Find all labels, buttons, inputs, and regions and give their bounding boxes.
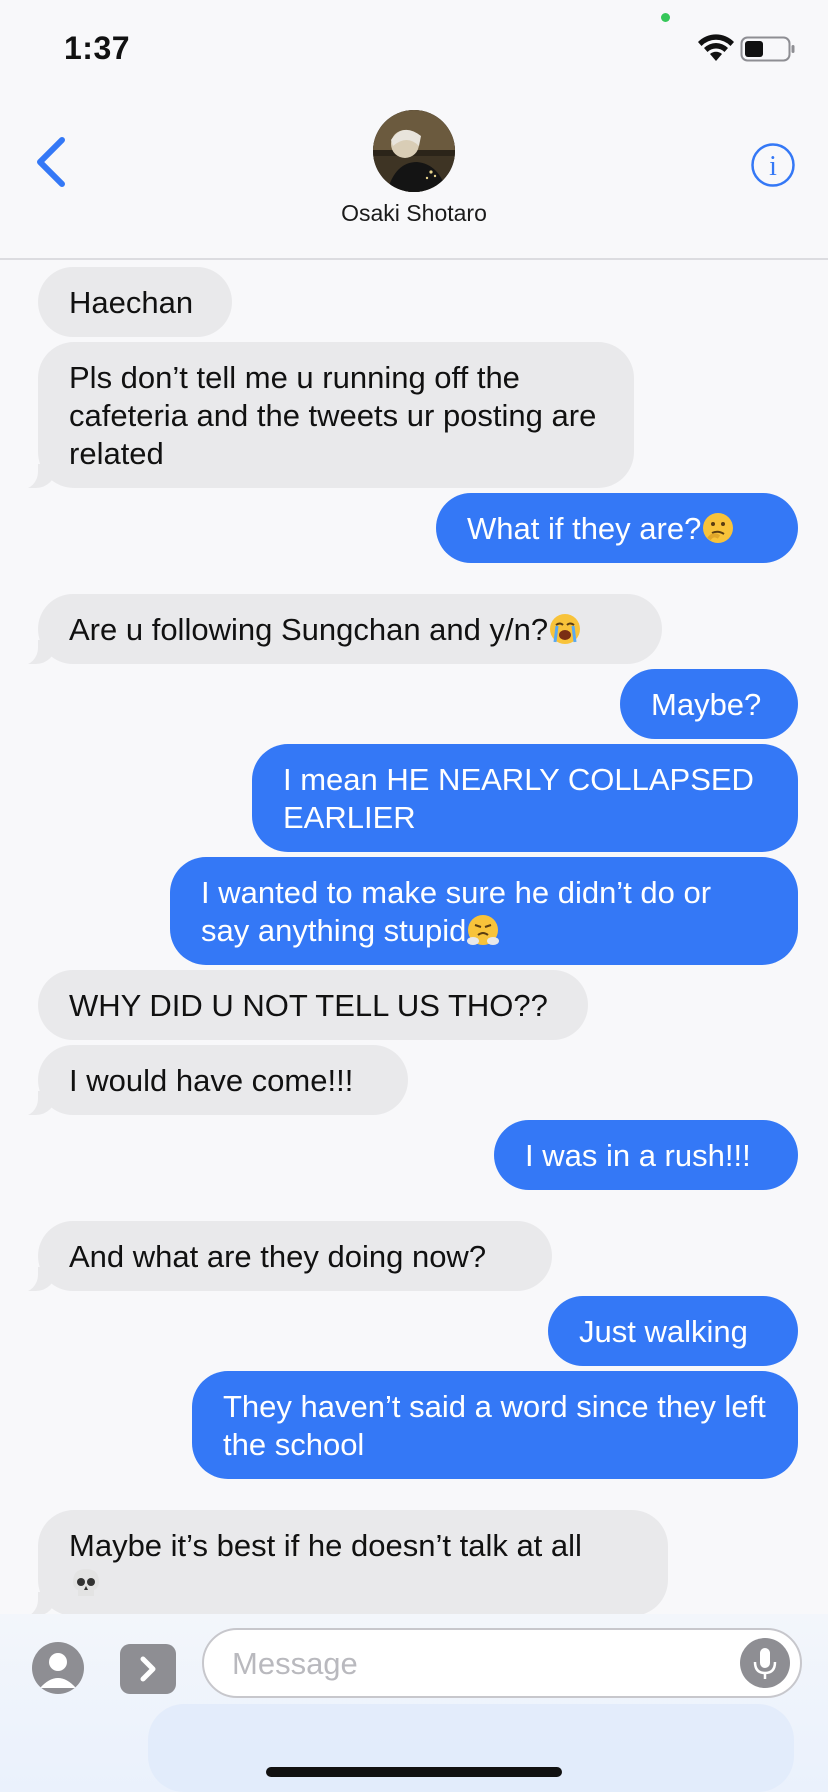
crying-face-icon bbox=[550, 614, 581, 644]
contact-icon[interactable] bbox=[32, 1642, 84, 1694]
info-icon[interactable]: i bbox=[750, 142, 796, 188]
conversation-header: Osaki Shotaro i bbox=[0, 96, 828, 260]
outgoing-message[interactable]: I was in a rush!!! bbox=[494, 1120, 798, 1190]
outgoing-message[interactable]: I mean HE NEARLY COLLAPSED EARLIER bbox=[252, 744, 798, 852]
status-time: 1:37 bbox=[64, 30, 131, 66]
message-input[interactable]: Message bbox=[202, 1628, 802, 1698]
message-placeholder: Message bbox=[232, 1646, 358, 1681]
skull-icon bbox=[73, 1569, 99, 1596]
incoming-message[interactable]: I would have come!!! bbox=[4, 1045, 408, 1117]
incoming-message[interactable]: And what are they doing now? bbox=[4, 1221, 552, 1293]
contact-name[interactable]: Osaki Shotaro bbox=[0, 200, 828, 227]
incoming-message[interactable]: Maybe it’s best if he doesn’t talk at al… bbox=[4, 1510, 668, 1614]
battery-icon bbox=[740, 36, 795, 62]
outgoing-message[interactable]: Maybe? bbox=[620, 669, 798, 739]
message-thread[interactable]: Haechan Pls don’t tell me u running off … bbox=[0, 262, 828, 1614]
privacy-indicator-dot bbox=[661, 13, 670, 22]
outgoing-message[interactable]: I wanted to make sure he didn’t do or sa… bbox=[170, 857, 798, 965]
background-bubble bbox=[148, 1704, 794, 1792]
home-indicator[interactable] bbox=[266, 1767, 562, 1777]
outgoing-message[interactable]: Just walking bbox=[548, 1296, 798, 1366]
steam-face-icon bbox=[467, 915, 500, 945]
compose-bar: Message bbox=[0, 1614, 828, 1792]
back-chevron-icon[interactable] bbox=[32, 136, 72, 188]
wifi-icon bbox=[698, 34, 734, 61]
mic-icon[interactable] bbox=[740, 1638, 790, 1688]
status-bar: 1:37 bbox=[0, 0, 828, 96]
outgoing-message[interactable]: They haven’t said a word since they left… bbox=[192, 1371, 798, 1479]
apps-icon[interactable] bbox=[120, 1644, 176, 1694]
incoming-message[interactable]: Are u following Sungchan and y/n? bbox=[4, 594, 662, 666]
contact-avatar[interactable] bbox=[373, 110, 455, 192]
incoming-message[interactable]: WHY DID U NOT TELL US THO?? bbox=[38, 970, 588, 1040]
outgoing-message[interactable]: What if they are? bbox=[436, 493, 798, 563]
incoming-message[interactable]: Pls don’t tell me u running off the cafe… bbox=[4, 342, 634, 490]
svg-text:i: i bbox=[769, 151, 777, 182]
incoming-message[interactable]: Haechan bbox=[38, 267, 232, 337]
thinking-face-icon bbox=[703, 513, 734, 543]
